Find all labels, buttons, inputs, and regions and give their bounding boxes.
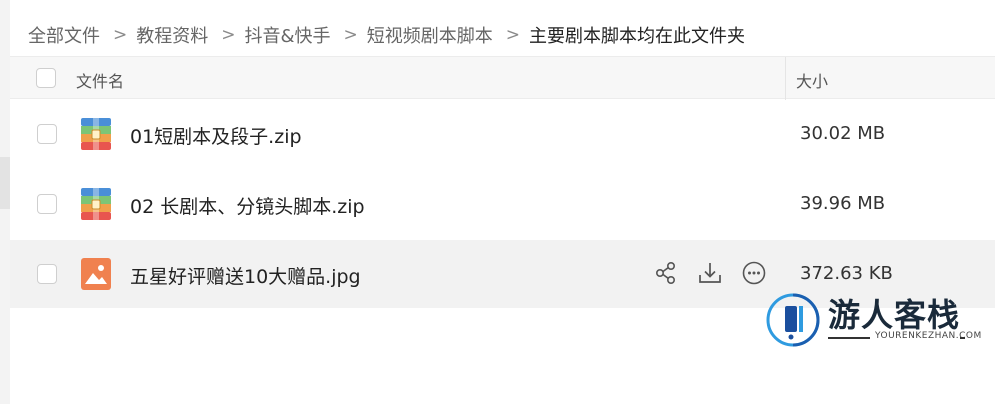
chevron-right-icon: >	[113, 25, 128, 45]
row-checkbox[interactable]	[37, 124, 57, 144]
watermark-divider	[828, 337, 870, 339]
file-size: 372.63 KB	[800, 263, 893, 284]
column-header-size[interactable]: 大小	[796, 68, 828, 92]
column-divider[interactable]	[785, 57, 786, 100]
chevron-right-icon: >	[505, 25, 521, 45]
breadcrumb: 全部文件 > 教程资料 > 抖音&快手 > 短视频剧本脚本 > 主要剧本脚本均在…	[28, 18, 745, 52]
file-name[interactable]: 01短剧本及段子.zip	[130, 122, 302, 149]
breadcrumb-item-tutorials[interactable]: 教程资料	[136, 22, 208, 48]
watermark-divider	[960, 337, 965, 339]
more-icon[interactable]	[741, 260, 767, 286]
download-icon[interactable]	[697, 260, 723, 286]
watermark-domain: YOURENKEZHAN.COM	[875, 331, 982, 341]
sidebar-edge	[0, 0, 10, 404]
watermark-logo-icon	[766, 293, 820, 347]
table-row[interactable]: 01短剧本及段子.zip 30.02 MB	[10, 100, 995, 168]
breadcrumb-item-current: 主要剧本脚本均在此文件夹	[529, 26, 746, 47]
watermark-brand: 游人客栈	[828, 296, 961, 334]
row-actions	[653, 260, 767, 286]
file-size: 39.96 MB	[800, 193, 886, 214]
chevron-right-icon: >	[221, 25, 236, 45]
column-header-name[interactable]: 文件名	[76, 68, 124, 92]
zip-archive-icon	[81, 188, 111, 220]
breadcrumb-item-douyin-kuaishou[interactable]: 抖音&快手	[245, 22, 331, 48]
table-header: 文件名 大小	[10, 56, 995, 100]
row-checkbox[interactable]	[37, 194, 57, 214]
image-file-icon	[81, 258, 111, 290]
file-name[interactable]: 02 长剧本、分镜头脚本.zip	[130, 192, 365, 219]
select-all-checkbox[interactable]	[36, 68, 56, 88]
share-icon[interactable]	[653, 260, 679, 286]
zip-archive-icon	[81, 118, 111, 150]
breadcrumb-item-all-files[interactable]: 全部文件	[28, 22, 100, 48]
chevron-right-icon: >	[343, 25, 358, 45]
breadcrumb-item-short-video-scripts[interactable]: 短视频剧本脚本	[367, 22, 493, 48]
sidebar-active-marker	[0, 157, 10, 209]
row-checkbox[interactable]	[37, 264, 57, 284]
table-row[interactable]: 02 长剧本、分镜头脚本.zip 39.96 MB	[10, 170, 995, 238]
watermark: 游人客栈 YOURENKEZHAN.COM	[765, 290, 981, 352]
file-name[interactable]: 五星好评赠送10大赠品.jpg	[130, 262, 361, 289]
file-browser: 全部文件 > 教程资料 > 抖音&快手 > 短视频剧本脚本 > 主要剧本脚本均在…	[0, 0, 995, 404]
file-size: 30.02 MB	[800, 123, 886, 144]
